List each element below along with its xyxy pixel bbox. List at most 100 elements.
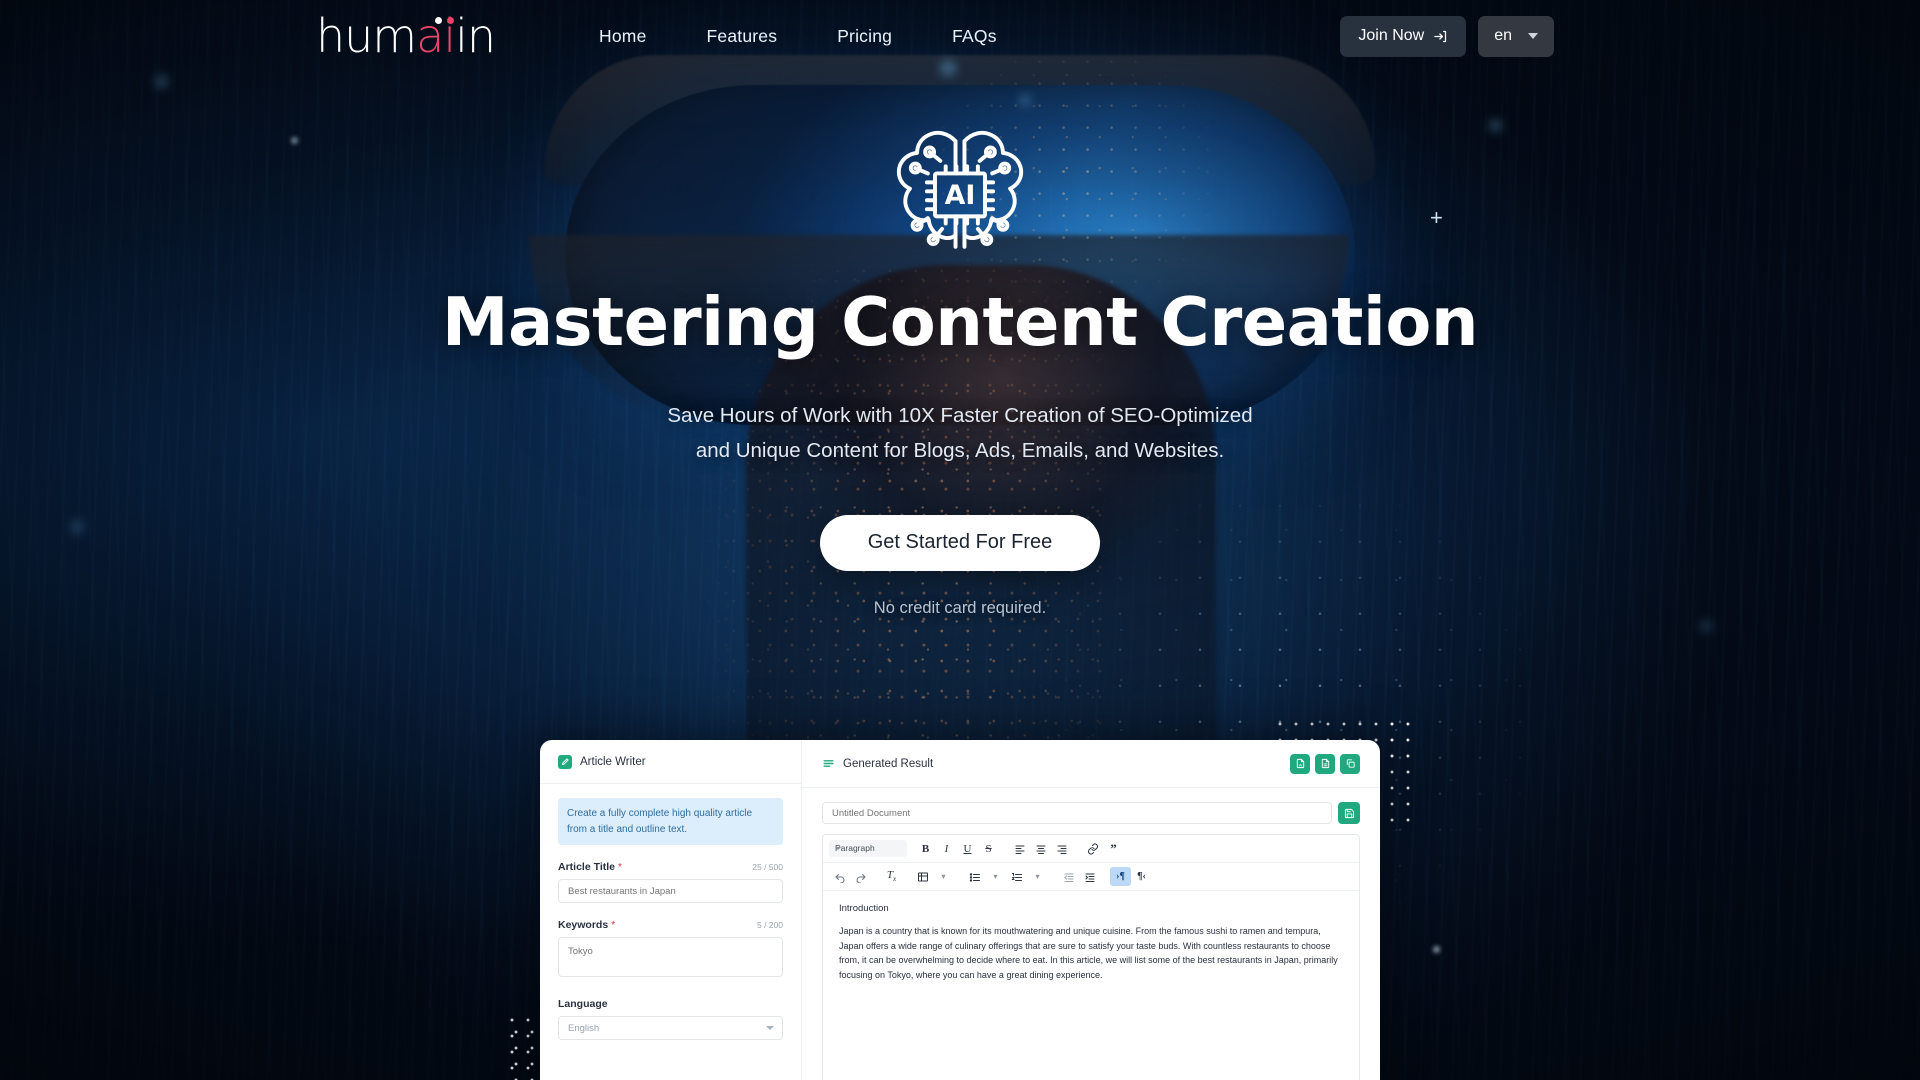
export-word-button[interactable]: W — [1290, 753, 1310, 774]
nav-actions: Join Now en — [1340, 15, 1554, 57]
keywords-input[interactable] — [558, 937, 783, 977]
italic-button[interactable]: I — [936, 839, 957, 858]
generated-result-actions: W — [1290, 753, 1360, 774]
language-select[interactable]: English — [558, 1016, 783, 1040]
rtl-direction-button[interactable]: ¶‹ — [1131, 867, 1152, 886]
keywords-label: Keywords — [558, 919, 609, 931]
align-right-icon — [1057, 845, 1066, 854]
article-writer-title: Article Writer — [580, 755, 646, 768]
bulleted-list-options-dropdown[interactable]: ▾ — [985, 867, 1006, 886]
generated-result-panel: Generated Result W Untitled Document Par… — [802, 740, 1380, 1080]
numbered-list-icon — [1011, 872, 1022, 881]
generated-result-header: Generated Result W — [802, 740, 1380, 788]
word-document-icon: W — [1296, 758, 1304, 769]
hero-subtitle: Save Hours of Work with 10X Faster Creat… — [667, 404, 1253, 463]
align-center-button[interactable] — [1030, 839, 1051, 858]
insert-link-button[interactable] — [1082, 839, 1103, 858]
page-title: Mastering Content Creation — [441, 283, 1479, 361]
svg-text:W: W — [1298, 763, 1302, 767]
strikethrough-button[interactable]: S — [978, 839, 999, 858]
bold-button[interactable]: B — [915, 839, 936, 858]
list-lines-icon — [823, 760, 834, 767]
chevron-down-icon: ▾ — [993, 872, 998, 881]
get-started-button[interactable]: Get Started For Free — [819, 514, 1101, 571]
clear-formatting-button[interactable]: Tx — [881, 867, 902, 886]
dot-grid-decoration — [1384, 716, 1410, 828]
editor-document-content[interactable]: Introduction Japan is a country that is … — [823, 891, 1359, 1080]
chevron-down-icon: ▾ — [941, 872, 946, 881]
logo-text-part-1: hum — [316, 9, 417, 63]
article-title-counter: 25 / 500 — [752, 862, 783, 872]
dot-grid-decoration — [508, 1024, 538, 1080]
join-now-label: Join Now — [1358, 27, 1425, 44]
blockquote-button[interactable]: ” — [1103, 839, 1124, 858]
document-name-input[interactable] — [822, 802, 1332, 824]
required-marker: * — [618, 862, 622, 873]
underline-button[interactable]: U — [957, 839, 978, 858]
chevron-down-icon — [1528, 33, 1538, 39]
nav-item-features[interactable]: Features — [707, 26, 778, 47]
copy-icon — [1346, 759, 1355, 768]
link-icon — [1087, 843, 1098, 854]
redo-icon — [856, 873, 865, 883]
rtl-paragraph-icon: ¶‹ — [1137, 871, 1146, 882]
document-name-row — [802, 788, 1380, 824]
article-writer-header: Article Writer — [540, 740, 801, 784]
brand-logo[interactable]: humaiin — [316, 13, 496, 59]
document-heading: Introduction — [839, 903, 889, 914]
align-right-button[interactable] — [1051, 839, 1072, 858]
clear-format-icon: Tx — [886, 869, 897, 884]
editor-toolbar-row-2: Tx ▾ ▾ ▾ ›¶ ¶‹ — [823, 863, 1359, 891]
document-body-text: Japan is a country that is known for its… — [839, 926, 1338, 980]
logo-dot-accent — [447, 17, 454, 24]
svg-text:AI: AI — [945, 180, 976, 211]
app-preview-card: Article Writer Create a fully complete h… — [540, 740, 1380, 1080]
save-document-button[interactable] — [1338, 802, 1360, 824]
nav-item-home[interactable]: Home — [599, 26, 646, 47]
rich-text-editor: Paragraph B I U S ” Tx ▾ ▾ ▾ ›¶ ¶‹ Intro… — [822, 834, 1360, 1080]
nav-item-pricing[interactable]: Pricing — [837, 26, 892, 47]
keywords-field-group: Keywords * 5 / 200 — [558, 919, 783, 982]
outdent-button[interactable] — [1058, 867, 1079, 886]
align-left-button[interactable] — [1009, 839, 1030, 858]
numbered-list-options-dropdown[interactable]: ▾ — [1027, 867, 1048, 886]
text-document-icon — [1321, 758, 1329, 769]
ai-brain-chip-icon: AI — [896, 130, 1024, 249]
copy-button[interactable] — [1340, 753, 1360, 774]
language-selector-label: en — [1494, 27, 1512, 44]
language-label: Language — [558, 998, 608, 1010]
ltr-direction-button[interactable]: ›¶ — [1110, 867, 1131, 886]
article-title-field-group: Article Title * 25 / 500 — [558, 861, 783, 903]
table-icon — [917, 872, 928, 881]
block-style-select[interactable]: Paragraph — [829, 840, 907, 857]
join-now-button[interactable]: Join Now — [1340, 15, 1467, 57]
undo-button[interactable] — [829, 867, 850, 886]
nav-item-faqs[interactable]: FAQs — [952, 26, 997, 47]
no-credit-card-note: No credit card required. — [873, 598, 1047, 617]
language-selector-button[interactable]: en — [1478, 15, 1554, 57]
generated-result-title: Generated Result — [843, 757, 934, 770]
bulleted-list-button[interactable] — [964, 867, 985, 886]
export-file-button[interactable] — [1315, 753, 1335, 774]
numbered-list-button[interactable] — [1006, 867, 1027, 886]
bulleted-list-icon — [969, 872, 980, 882]
indent-icon — [1085, 873, 1094, 882]
quote-icon: ” — [1110, 840, 1117, 856]
redo-button[interactable] — [850, 867, 871, 886]
article-title-input[interactable] — [558, 879, 783, 903]
hero-section: AI Mastering Content Creation Save Hours… — [0, 0, 1920, 618]
main-nav-links: Home Features Pricing FAQs — [599, 26, 997, 47]
undo-icon — [835, 873, 844, 883]
logo-dot-white — [435, 17, 442, 24]
article-title-label: Article Title — [558, 861, 615, 873]
login-arrow-icon — [1434, 30, 1447, 42]
insert-table-button[interactable] — [912, 867, 933, 886]
chevron-down-icon — [766, 1026, 774, 1030]
table-options-dropdown[interactable]: ▾ — [933, 867, 954, 886]
align-center-icon — [1036, 845, 1045, 854]
article-writer-hint: Create a fully complete high quality art… — [558, 798, 783, 845]
chevron-down-icon — [835, 847, 841, 850]
save-disk-icon — [1344, 808, 1354, 818]
indent-button[interactable] — [1079, 867, 1100, 886]
outdent-icon — [1063, 873, 1073, 882]
